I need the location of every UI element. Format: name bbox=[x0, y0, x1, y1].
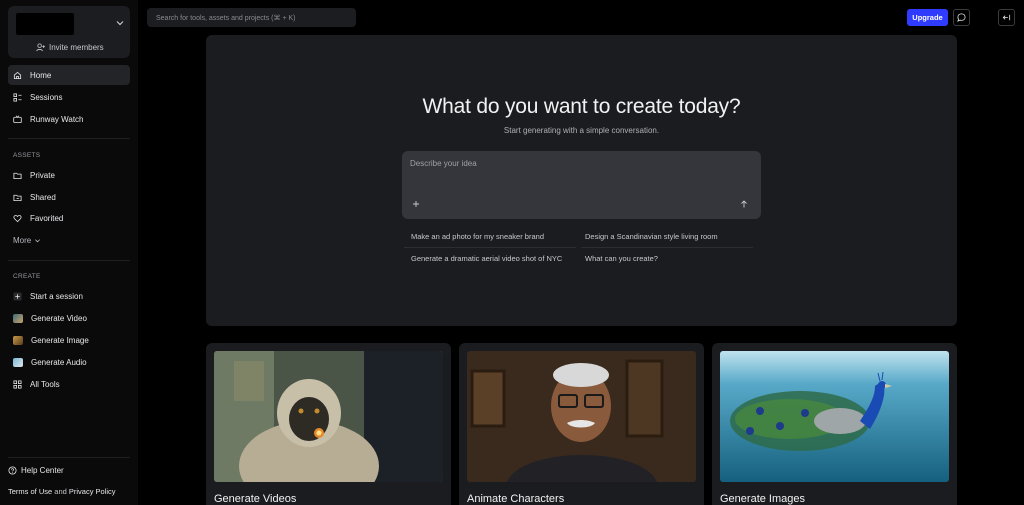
sidebar-divider bbox=[8, 138, 130, 139]
privacy-policy-link[interactable]: Privacy Policy bbox=[69, 487, 116, 496]
plus-icon[interactable] bbox=[411, 199, 421, 209]
suggestion-item[interactable]: Design a Scandinavian style living room bbox=[585, 232, 718, 241]
sidebar-item-home[interactable]: Home bbox=[8, 65, 130, 85]
home-icon bbox=[13, 71, 22, 79]
sidebar-item-label: Favorited bbox=[30, 213, 64, 223]
arrow-up-icon[interactable] bbox=[739, 199, 749, 209]
sidebar: Invite members Home Sessions Runway Watc… bbox=[0, 0, 138, 505]
tv-icon bbox=[13, 114, 22, 123]
sidebar-item-label: Shared bbox=[30, 192, 56, 202]
invite-members-label: Invite members bbox=[49, 43, 104, 52]
invite-members-button[interactable]: Invite members bbox=[36, 43, 104, 52]
suggestion-divider bbox=[404, 247, 576, 248]
sidebar-item-generate-video[interactable]: Generate Video bbox=[8, 308, 130, 328]
workspace-switcher[interactable]: Invite members bbox=[8, 6, 130, 58]
hero-panel: What do you want to create today? Start … bbox=[206, 35, 957, 326]
sidebar-item-label: Generate Audio bbox=[31, 357, 87, 367]
plus-box-icon bbox=[13, 291, 22, 301]
chevron-down-icon bbox=[35, 239, 41, 243]
sidebar-item-label: Private bbox=[30, 170, 55, 180]
more-label: More bbox=[13, 236, 32, 245]
sidebar-divider bbox=[8, 457, 130, 458]
prompt-input[interactable] bbox=[410, 159, 750, 168]
grid-icon bbox=[13, 379, 22, 389]
sidebar-item-sessions[interactable]: Sessions bbox=[8, 87, 130, 107]
peacock-image bbox=[720, 351, 949, 482]
audio-thumbnail-icon bbox=[13, 357, 23, 367]
sidebar-item-label: Home bbox=[30, 70, 52, 80]
sidebar-item-private[interactable]: Private bbox=[8, 165, 130, 185]
sessions-icon bbox=[13, 92, 22, 102]
more-assets-toggle[interactable]: More bbox=[13, 236, 41, 245]
heart-icon bbox=[13, 214, 22, 222]
workspace-avatar bbox=[16, 13, 74, 35]
legal-conjunction: and bbox=[52, 487, 69, 496]
animate-characters-card[interactable]: Animate Characters bbox=[459, 343, 704, 505]
panel-toggle-icon bbox=[1002, 14, 1011, 21]
add-user-icon bbox=[36, 43, 45, 52]
card-title: Generate Images bbox=[720, 493, 805, 505]
page-title: What do you want to create today? bbox=[422, 95, 741, 118]
sidebar-item-label: Sessions bbox=[30, 92, 63, 102]
sidebar-item-shared[interactable]: Shared bbox=[8, 187, 130, 207]
suggestion-divider bbox=[581, 247, 753, 248]
folder-icon bbox=[13, 172, 22, 179]
sidebar-item-label: Runway Watch bbox=[30, 114, 84, 124]
suggestion-item[interactable]: Make an ad photo for my sneaker brand bbox=[411, 232, 544, 241]
video-thumbnail-icon bbox=[13, 313, 23, 323]
shared-folder-icon bbox=[13, 194, 22, 201]
sidebar-item-label: All Tools bbox=[30, 379, 60, 389]
sidebar-item-favorited[interactable]: Favorited bbox=[8, 208, 130, 228]
upgrade-button[interactable]: Upgrade bbox=[907, 9, 948, 26]
help-center-link[interactable]: Help Center bbox=[8, 466, 64, 475]
create-section-label: CREATE bbox=[13, 273, 41, 280]
prompt-box[interactable] bbox=[402, 151, 761, 219]
sidebar-item-generate-image[interactable]: Generate Image bbox=[8, 330, 130, 350]
chat-icon bbox=[957, 13, 966, 22]
sidebar-item-runway-watch[interactable]: Runway Watch bbox=[8, 109, 130, 129]
assets-section-label: ASSETS bbox=[13, 152, 41, 159]
sidebar-item-label: Start a session bbox=[30, 291, 83, 301]
generate-videos-card[interactable]: Generate Videos bbox=[206, 343, 451, 505]
character-image bbox=[467, 351, 696, 482]
chevron-down-icon[interactable] bbox=[114, 17, 126, 29]
page-subtitle: Start generating with a simple conversat… bbox=[503, 126, 660, 135]
sidebar-item-start-session[interactable]: Start a session bbox=[8, 286, 130, 306]
terms-of-use-link[interactable]: Terms of Use bbox=[8, 487, 52, 496]
image-thumbnail-icon bbox=[13, 335, 23, 345]
help-center-label: Help Center bbox=[21, 466, 64, 475]
search-input[interactable]: Search for tools, assets and projects (⌘… bbox=[147, 8, 356, 27]
monkey-image bbox=[214, 351, 443, 482]
sidebar-divider bbox=[8, 260, 130, 261]
chat-button[interactable] bbox=[953, 9, 970, 26]
card-title: Animate Characters bbox=[467, 493, 565, 505]
generate-images-card[interactable]: Generate Images bbox=[712, 343, 957, 505]
search-placeholder: Search for tools, assets and projects (⌘… bbox=[156, 14, 296, 22]
collapse-panel-button[interactable] bbox=[998, 9, 1015, 26]
help-icon bbox=[8, 466, 17, 475]
sidebar-item-generate-audio[interactable]: Generate Audio bbox=[8, 352, 130, 372]
sidebar-item-label: Generate Video bbox=[31, 313, 87, 323]
suggestion-item[interactable]: Generate a dramatic aerial video shot of… bbox=[411, 254, 562, 263]
card-title: Generate Videos bbox=[214, 493, 297, 505]
sidebar-item-all-tools[interactable]: All Tools bbox=[8, 374, 130, 394]
sidebar-item-label: Generate Image bbox=[31, 335, 89, 345]
legal-links: Terms of Use and Privacy Policy bbox=[8, 487, 116, 496]
suggestion-item[interactable]: What can you create? bbox=[585, 254, 658, 263]
